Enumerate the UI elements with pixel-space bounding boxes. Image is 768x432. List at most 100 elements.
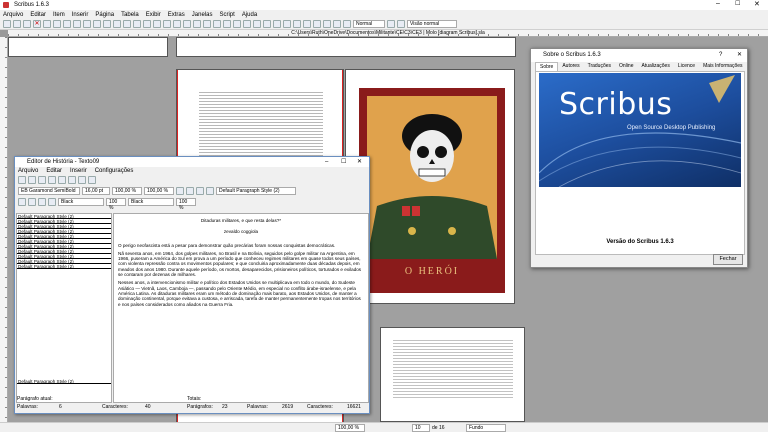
arc-icon[interactable] [133, 20, 141, 28]
pdf-annotation-icon[interactable] [333, 20, 341, 28]
menu-item[interactable]: Item [53, 12, 65, 18]
se-menu-arquivo[interactable]: Arquivo [18, 168, 38, 174]
minimize-icon[interactable]: – [716, 0, 720, 7]
page-lower-right[interactable] [380, 327, 525, 422]
render-frame-icon[interactable] [93, 20, 101, 28]
about-close-icon[interactable]: ✕ [737, 49, 742, 62]
scale-width-field[interactable]: 100,00 % [112, 186, 142, 195]
stroke-color-select[interactable]: Black [128, 197, 174, 206]
save-icon[interactable] [23, 20, 31, 28]
story-editor-icon[interactable] [223, 20, 231, 28]
se-menu-configuracoes[interactable]: Configurações [95, 168, 134, 174]
zoom-icon[interactable] [203, 20, 211, 28]
unlink-frames-icon[interactable] [243, 20, 251, 28]
subscript-icon[interactable] [48, 197, 56, 206]
mode-select[interactable]: Normal [353, 20, 385, 28]
menu-pagina[interactable]: Página [95, 12, 114, 18]
menu-exibir[interactable]: Exibir [146, 12, 161, 18]
pdf-checkbox-icon[interactable] [303, 20, 311, 28]
text-frame-icon[interactable] [73, 20, 81, 28]
menu-editar[interactable]: Editar [30, 12, 46, 18]
page-poster[interactable]: O HERÓI [345, 69, 515, 304]
menu-script[interactable]: Script [219, 12, 234, 18]
se-update-icon[interactable] [88, 176, 96, 184]
pdf-link-icon[interactable] [343, 20, 351, 28]
line-icon[interactable] [153, 20, 161, 28]
menu-ajuda[interactable]: Ajuda [242, 12, 257, 18]
pdf-list-icon[interactable] [323, 20, 331, 28]
zoom-field[interactable]: 100,00 % [335, 424, 365, 432]
layer-field[interactable]: Fundo [466, 424, 506, 432]
edit-text-icon[interactable] [213, 20, 221, 28]
copy-props-icon[interactable] [263, 20, 271, 28]
maximize-icon[interactable]: ☐ [735, 0, 740, 7]
page-field[interactable]: 10 [412, 424, 430, 432]
se-minimize-icon[interactable]: – [325, 157, 328, 167]
fill-color-select[interactable]: Black [58, 197, 104, 206]
se-menu-editar[interactable]: Editar [46, 168, 62, 174]
stroke-shade-field[interactable]: 100 % [176, 197, 196, 211]
se-menu-inserir[interactable]: Inserir [70, 168, 87, 174]
se-new-icon[interactable] [18, 176, 26, 184]
spiral-icon[interactable] [143, 20, 151, 28]
menu-janelas[interactable]: Janelas [192, 12, 213, 18]
image-frame-icon[interactable] [83, 20, 91, 28]
se-reload-icon[interactable] [78, 176, 86, 184]
pdf-combo-icon[interactable] [313, 20, 321, 28]
print-icon[interactable] [43, 20, 51, 28]
font-size-field[interactable]: 16,00 pt [82, 186, 110, 195]
pdf-button-icon[interactable] [283, 20, 291, 28]
story-text-area[interactable]: Ditaduras militares, e que resta delas?*… [113, 213, 369, 403]
link-frames-icon[interactable] [233, 20, 241, 28]
align-center-icon[interactable] [186, 186, 194, 195]
shape-icon[interactable] [113, 20, 121, 28]
se-redo-icon[interactable] [68, 176, 76, 184]
fill-shade-field[interactable]: 100 % [106, 197, 126, 211]
tab-atualizacoes[interactable]: Atualizações [637, 62, 673, 71]
close-icon[interactable]: ✕ [754, 0, 760, 8]
menu-tabela[interactable]: Tabela [121, 12, 139, 18]
se-undo-icon[interactable] [58, 176, 66, 184]
font-select[interactable]: EB Garamond SemiBold [18, 186, 80, 195]
menu-extras[interactable]: Extras [168, 12, 185, 18]
se-copy-icon[interactable] [38, 176, 46, 184]
se-save-icon[interactable] [28, 176, 36, 184]
tab-autores[interactable]: Autores [558, 62, 583, 71]
scale-height-field[interactable]: 100,00 % [144, 186, 174, 195]
tab-mais-informacoes[interactable]: Mais Informações [699, 62, 746, 71]
close-button[interactable]: Fechar [713, 254, 743, 265]
vertical-ruler[interactable] [0, 37, 8, 422]
edit-mode-icon[interactable] [397, 20, 405, 28]
freehand-icon[interactable] [173, 20, 181, 28]
align-right-icon[interactable] [196, 186, 204, 195]
tab-online[interactable]: Online [615, 62, 637, 71]
se-close-icon[interactable]: ✕ [357, 157, 362, 167]
table-icon[interactable] [103, 20, 111, 28]
preflight-icon[interactable] [53, 20, 61, 28]
eyedropper-icon[interactable] [273, 20, 281, 28]
list-item[interactable]: Default Paragraph Style (2) [17, 264, 111, 269]
strike-icon[interactable] [28, 197, 36, 206]
measure-icon[interactable] [253, 20, 261, 28]
calligraphic-icon[interactable] [183, 20, 191, 28]
paragraph-style-list[interactable]: Default Paragraph Style (2) Default Para… [16, 213, 112, 403]
tab-sobre[interactable]: Sobre [535, 61, 559, 72]
tab-licence[interactable]: Licence [674, 62, 699, 71]
rotate-icon[interactable] [193, 20, 201, 28]
page-top-left[interactable] [8, 37, 168, 57]
help-button[interactable]: ? [719, 49, 722, 62]
view-select[interactable]: Visão normal [407, 20, 457, 28]
close-doc-icon[interactable]: ✕ [33, 20, 41, 28]
menu-arquivo[interactable]: Arquivo [3, 12, 23, 18]
se-paste-icon[interactable] [48, 176, 56, 184]
new-document-icon[interactable] [3, 20, 11, 28]
page-top-right[interactable] [176, 37, 516, 57]
polygon-icon[interactable] [123, 20, 131, 28]
pdf-export-icon[interactable] [63, 20, 71, 28]
tab-traducoes[interactable]: Traduções [584, 62, 615, 71]
underline-icon[interactable] [18, 197, 26, 206]
align-justify-icon[interactable] [206, 186, 214, 195]
open-icon[interactable] [13, 20, 21, 28]
preview-icon[interactable] [387, 20, 395, 28]
bezier-icon[interactable] [163, 20, 171, 28]
